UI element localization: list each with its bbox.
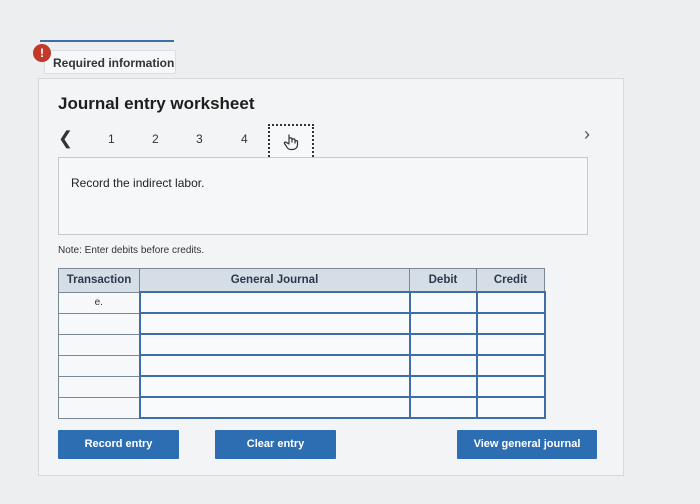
record-entry-button[interactable]: Record entry [58, 430, 179, 459]
credit-input[interactable] [475, 396, 546, 419]
page-current-5[interactable] [268, 124, 314, 160]
debit-input[interactable] [408, 333, 478, 356]
chevron-left-icon[interactable]: ❮ [58, 128, 73, 149]
table-row [58, 375, 546, 398]
table-row: e. [58, 291, 546, 314]
column-header-credit: Credit [476, 268, 545, 293]
transaction-cell [58, 354, 140, 377]
instruction-text: Record the indirect labor. [71, 176, 205, 190]
debit-input[interactable] [408, 396, 478, 419]
exclamation-icon: ! [33, 44, 51, 62]
transaction-cell: e. [58, 291, 140, 314]
column-header-transaction: Transaction [58, 268, 140, 293]
page-link-3[interactable]: 3 [196, 132, 203, 146]
clear-entry-button[interactable]: Clear entry [215, 430, 336, 459]
account-input[interactable] [138, 396, 411, 419]
table-row [58, 396, 546, 419]
header-rule [40, 40, 174, 42]
required-info-tab[interactable]: Required information [44, 50, 176, 74]
page-link-2[interactable]: 2 [152, 132, 159, 146]
debit-input[interactable] [408, 354, 478, 377]
table-row [58, 312, 546, 335]
credit-input[interactable] [475, 354, 546, 377]
instruction-box: Record the indirect labor. [58, 157, 588, 235]
credit-input[interactable] [475, 333, 546, 356]
table-row [58, 333, 546, 356]
debit-input[interactable] [408, 291, 478, 314]
journal-table: Transaction General Journal Debit Credit… [58, 268, 546, 419]
chevron-right-icon[interactable]: › [584, 124, 590, 145]
debits-note: Note: Enter debits before credits. [58, 245, 205, 256]
column-header-debit: Debit [409, 268, 477, 293]
column-header-general-journal: General Journal [139, 268, 410, 293]
hand-pointer-icon [283, 134, 299, 151]
view-general-journal-button[interactable]: View general journal [457, 430, 597, 459]
page-link-1[interactable]: 1 [108, 132, 115, 146]
account-input[interactable] [138, 375, 411, 398]
required-info-label: Required information [53, 56, 175, 70]
page-title: Journal entry worksheet [58, 94, 255, 113]
account-input[interactable] [138, 291, 411, 314]
table-row [58, 354, 546, 377]
debit-input[interactable] [408, 312, 478, 335]
account-input[interactable] [138, 333, 411, 356]
credit-input[interactable] [475, 312, 546, 335]
account-input[interactable] [138, 354, 411, 377]
transaction-cell [58, 375, 140, 398]
credit-input[interactable] [475, 291, 546, 314]
transaction-cell [58, 312, 140, 335]
debit-input[interactable] [408, 375, 478, 398]
page-link-4[interactable]: 4 [241, 132, 248, 146]
transaction-cell [58, 396, 140, 419]
credit-input[interactable] [475, 375, 546, 398]
transaction-cell [58, 333, 140, 356]
account-input[interactable] [138, 312, 411, 335]
